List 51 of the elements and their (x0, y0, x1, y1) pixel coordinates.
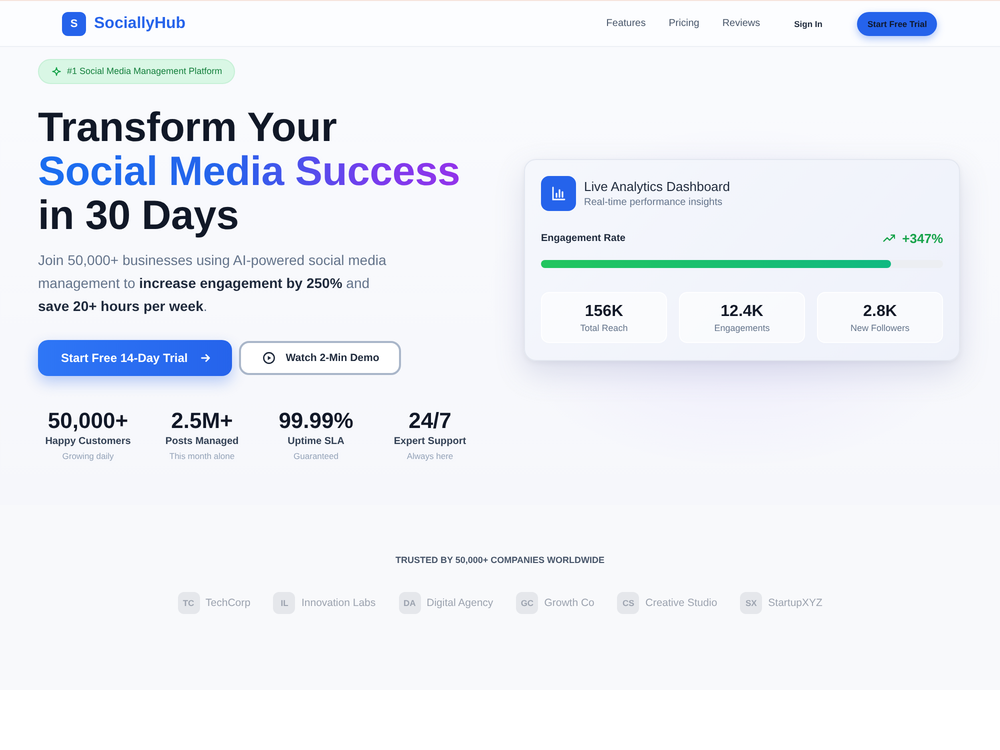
watch-demo-button[interactable]: Watch 2-Min Demo (238, 340, 402, 374)
company-logo: IL (273, 592, 296, 614)
company-logo: DA (398, 592, 421, 614)
company-name: TechCorp (206, 597, 250, 609)
metric-change: +347% (902, 230, 943, 246)
start-trial-button[interactable]: Start Free 14-Day Trial (38, 340, 232, 376)
stat-note: Guaranteed (292, 450, 340, 462)
company-name: Digital Agency (426, 597, 494, 609)
stat-label: Happy Customers (44, 434, 132, 448)
trend-up-icon (883, 234, 896, 242)
stat-value: 50,000+ (46, 408, 130, 434)
company-logo: CS (617, 592, 640, 614)
logo-mark[interactable]: S (62, 12, 86, 36)
company-name: Creative Studio (645, 597, 718, 609)
company-name: StartupXYZ (768, 597, 822, 609)
tile-value: 2.8K (862, 302, 898, 322)
sign-in-link[interactable]: Sign In (794, 18, 822, 28)
sparkle-icon (52, 66, 61, 76)
company-logo: TC (178, 592, 200, 614)
nav-link[interactable]: Features (606, 18, 646, 29)
stat-value: 99.99% (278, 408, 354, 434)
card-title: Live Analytics Dashboard (584, 178, 730, 194)
bar-chart-icon (541, 176, 576, 211)
tile-value: 12.4K (720, 302, 764, 322)
stat-label: Uptime SLA (286, 434, 346, 448)
stat-value: 24/7 (408, 408, 452, 434)
brand-name[interactable]: SociallyHub (94, 14, 186, 32)
stat-note: This month alone (168, 450, 236, 462)
card-subtitle: Real-time performance insights (584, 196, 724, 210)
arrow-right-icon (200, 354, 210, 362)
metric-label: Engagement Rate (541, 232, 626, 244)
hero-description: Join 50,000+ businesses using AI-powered social media management to increase engagement by 250% and save 20+ hours per week. (38, 250, 388, 316)
stat-note: Growing daily (61, 450, 115, 462)
tile-label: Total Reach (579, 322, 629, 334)
trusted-heading: TRUSTED BY 50,000+ COMPANIES WORLDWIDE (396, 554, 604, 567)
hero-headline: Transform Your Social Media Success in 30 Days (38, 104, 462, 236)
nav-link[interactable]: Reviews (722, 18, 760, 29)
stat-note: Always here (406, 450, 454, 462)
stat-label: Expert Support (392, 434, 468, 448)
tile-label: New Followers (849, 322, 910, 334)
stat-value: 2.5M+ (170, 408, 234, 434)
company-logo: SX (740, 592, 762, 614)
badge-text: #1 Social Media Management Platform (67, 66, 222, 76)
play-icon (262, 352, 275, 364)
nav-link[interactable]: Pricing (668, 18, 700, 29)
tile-value: 156K (584, 302, 624, 322)
company-name: Growth Co (544, 597, 594, 609)
company-logo: GC (516, 592, 538, 614)
stat-label: Posts Managed (164, 434, 240, 448)
company-name: Innovation Labs (301, 597, 376, 609)
tile-label: Engagements (713, 322, 771, 334)
